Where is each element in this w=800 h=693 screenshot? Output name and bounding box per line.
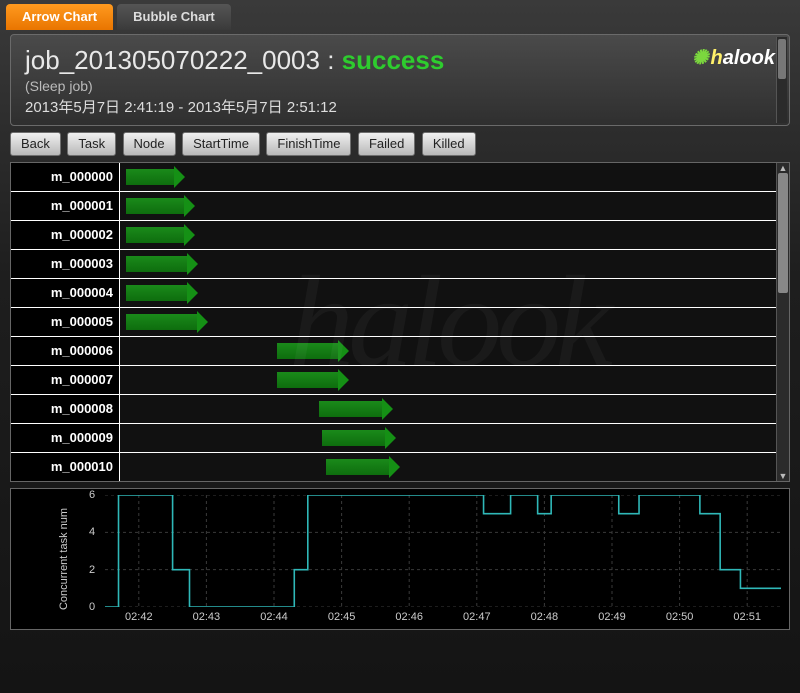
app-logo: ✺halook — [692, 45, 775, 70]
task-arrow[interactable] — [322, 430, 385, 446]
toolbar: Back Task Node StartTime FinishTime Fail… — [10, 132, 790, 156]
task-row: m_000008 — [11, 395, 789, 424]
header-scrollbar[interactable] — [776, 37, 787, 123]
tab-arrow-chart[interactable]: Arrow Chart — [6, 4, 113, 30]
task-row: m_000003 — [11, 250, 789, 279]
task-row: m_000004 — [11, 279, 789, 308]
xtick-label: 02:46 — [395, 611, 423, 623]
xtick-label: 02:48 — [531, 611, 559, 623]
task-arrow[interactable] — [326, 459, 389, 475]
node-button[interactable]: Node — [123, 132, 176, 156]
task-row: m_000010 — [11, 453, 789, 482]
arrow-chart-scrollbar[interactable]: ▲ ▼ — [776, 163, 789, 481]
scroll-thumb[interactable] — [778, 173, 788, 293]
xtick-label: 02:50 — [666, 611, 694, 623]
job-header-panel: job_201305070222_0003 : success (Sleep j… — [10, 34, 790, 126]
task-arrow[interactable] — [126, 256, 187, 272]
task-id-label: m_000007 — [11, 366, 120, 394]
xtick-label: 02:47 — [463, 611, 491, 623]
task-id-label: m_000003 — [11, 250, 120, 278]
job-title-line: job_201305070222_0003 : success — [25, 45, 775, 76]
job-id: job_201305070222_0003 — [25, 45, 320, 75]
task-id-label: m_000004 — [11, 279, 120, 307]
concurrency-chart: Concurrent task num 02:42 02:43 02:44 02:45… — [10, 488, 790, 630]
concurrency-ylabel: Concurrent task num — [58, 508, 70, 610]
tab-bar: Arrow Chart Bubble Chart — [0, 0, 800, 30]
task-row: m_000005 — [11, 308, 789, 337]
job-time-range: 2013年5月7日 2:41:19 - 2013年5月7日 2:51:12 — [25, 96, 775, 117]
ytick-label: 2 — [89, 564, 95, 576]
task-row: m_000002 — [11, 221, 789, 250]
task-id-label: m_000006 — [11, 337, 120, 365]
task-arrow[interactable] — [126, 198, 184, 214]
failed-button[interactable]: Failed — [358, 132, 415, 156]
xtick-label: 02:45 — [328, 611, 356, 623]
task-row: m_000006 — [11, 337, 789, 366]
ytick-label: 6 — [89, 489, 95, 501]
concurrency-plot — [105, 495, 781, 607]
xtick-label: 02:49 — [598, 611, 626, 623]
finishtime-button[interactable]: FinishTime — [266, 132, 351, 156]
task-id-label: m_000010 — [11, 453, 120, 481]
job-status: success — [342, 45, 445, 75]
job-name: (Sleep job) — [25, 78, 775, 94]
task-button[interactable]: Task — [67, 132, 116, 156]
task-arrow[interactable] — [126, 169, 174, 185]
killed-button[interactable]: Killed — [422, 132, 476, 156]
ytick-label: 4 — [89, 526, 95, 538]
xtick-label: 02:42 — [125, 611, 153, 623]
ytick-label: 0 — [89, 601, 95, 613]
task-arrow[interactable] — [126, 285, 187, 301]
starttime-button[interactable]: StartTime — [182, 132, 260, 156]
task-row: m_000009 — [11, 424, 789, 453]
logo-icon: ✺ — [692, 47, 709, 69]
task-arrow[interactable] — [319, 401, 382, 417]
scroll-down-icon[interactable]: ▼ — [777, 471, 789, 481]
xtick-label: 02:51 — [733, 611, 761, 623]
task-id-label: m_000002 — [11, 221, 120, 249]
task-arrow[interactable] — [277, 372, 338, 388]
arrow-chart-panel: m_000000m_000001m_000002m_000003m_000004… — [10, 162, 790, 482]
status-separator: : — [320, 45, 342, 75]
task-id-label: m_000008 — [11, 395, 120, 423]
task-row: m_000000 — [11, 163, 789, 192]
task-id-label: m_000005 — [11, 308, 120, 336]
task-arrow[interactable] — [126, 227, 184, 243]
back-button[interactable]: Back — [10, 132, 61, 156]
task-row: m_000007 — [11, 366, 789, 395]
task-id-label: m_000009 — [11, 424, 120, 452]
task-id-label: m_000001 — [11, 192, 120, 220]
scroll-up-icon[interactable]: ▲ — [777, 163, 789, 173]
concurrency-xaxis: 02:42 02:43 02:44 02:45 02:46 02:47 02:48 02:49… — [105, 611, 781, 627]
tab-bubble-chart[interactable]: Bubble Chart — [117, 4, 231, 30]
task-row: m_000001 — [11, 192, 789, 221]
task-arrow[interactable] — [126, 314, 197, 330]
xtick-label: 02:43 — [193, 611, 221, 623]
task-id-label: m_000000 — [11, 163, 120, 191]
task-arrow[interactable] — [277, 343, 338, 359]
xtick-label: 02:44 — [260, 611, 288, 623]
